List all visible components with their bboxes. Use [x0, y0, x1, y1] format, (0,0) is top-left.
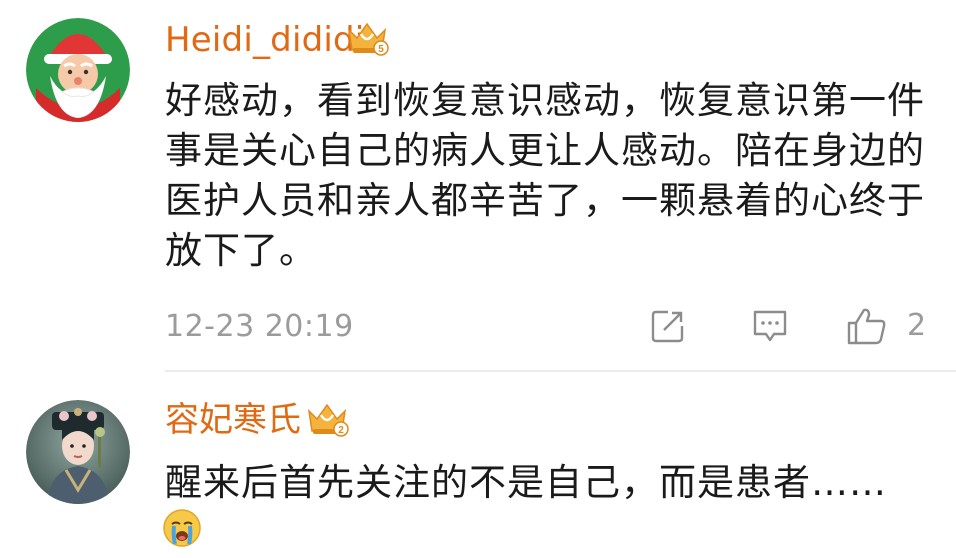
- like-button[interactable]: 2: [845, 306, 931, 346]
- vip-crown-icon[interactable]: 2: [305, 399, 349, 439]
- user-avatar[interactable]: [26, 18, 130, 122]
- crying-emoji-icon: [162, 508, 202, 548]
- reply-button[interactable]: [750, 306, 790, 346]
- comment-text: 好感动，看到恢复意识感动，恢复意识第一件事是关心自己的病人更让人感动。陪在身边的…: [165, 79, 925, 272]
- vip-crown-icon[interactable]: 5: [345, 18, 389, 58]
- qing-dynasty-portrait-avatar-icon: [26, 400, 130, 504]
- share-icon: [651, 310, 684, 343]
- santa-claus-avatar-icon: [26, 18, 130, 122]
- username[interactable]: 容妃寒氏: [165, 400, 301, 440]
- svg-text:5: 5: [378, 44, 384, 55]
- thumbs-up-icon: [847, 308, 886, 345]
- comment-item: Heidi_dididi 5 好感动，看到恢复意识感动，恢复意识第一件事是关心自…: [0, 0, 956, 372]
- comment-item: 容妃寒氏 2 醒来后首先关注的不是自己，而是患者……: [0, 372, 956, 558]
- comment-text: 醒来后首先关注的不是自己，而是患者……: [165, 461, 887, 504]
- svg-text:2: 2: [338, 425, 344, 436]
- user-avatar[interactable]: [26, 400, 130, 504]
- comment-icon: [753, 310, 787, 342]
- timestamp: 12-23 20:19: [165, 309, 354, 344]
- username[interactable]: Heidi_dididi: [165, 20, 364, 60]
- share-button[interactable]: [648, 306, 688, 346]
- like-count: 2: [907, 308, 927, 343]
